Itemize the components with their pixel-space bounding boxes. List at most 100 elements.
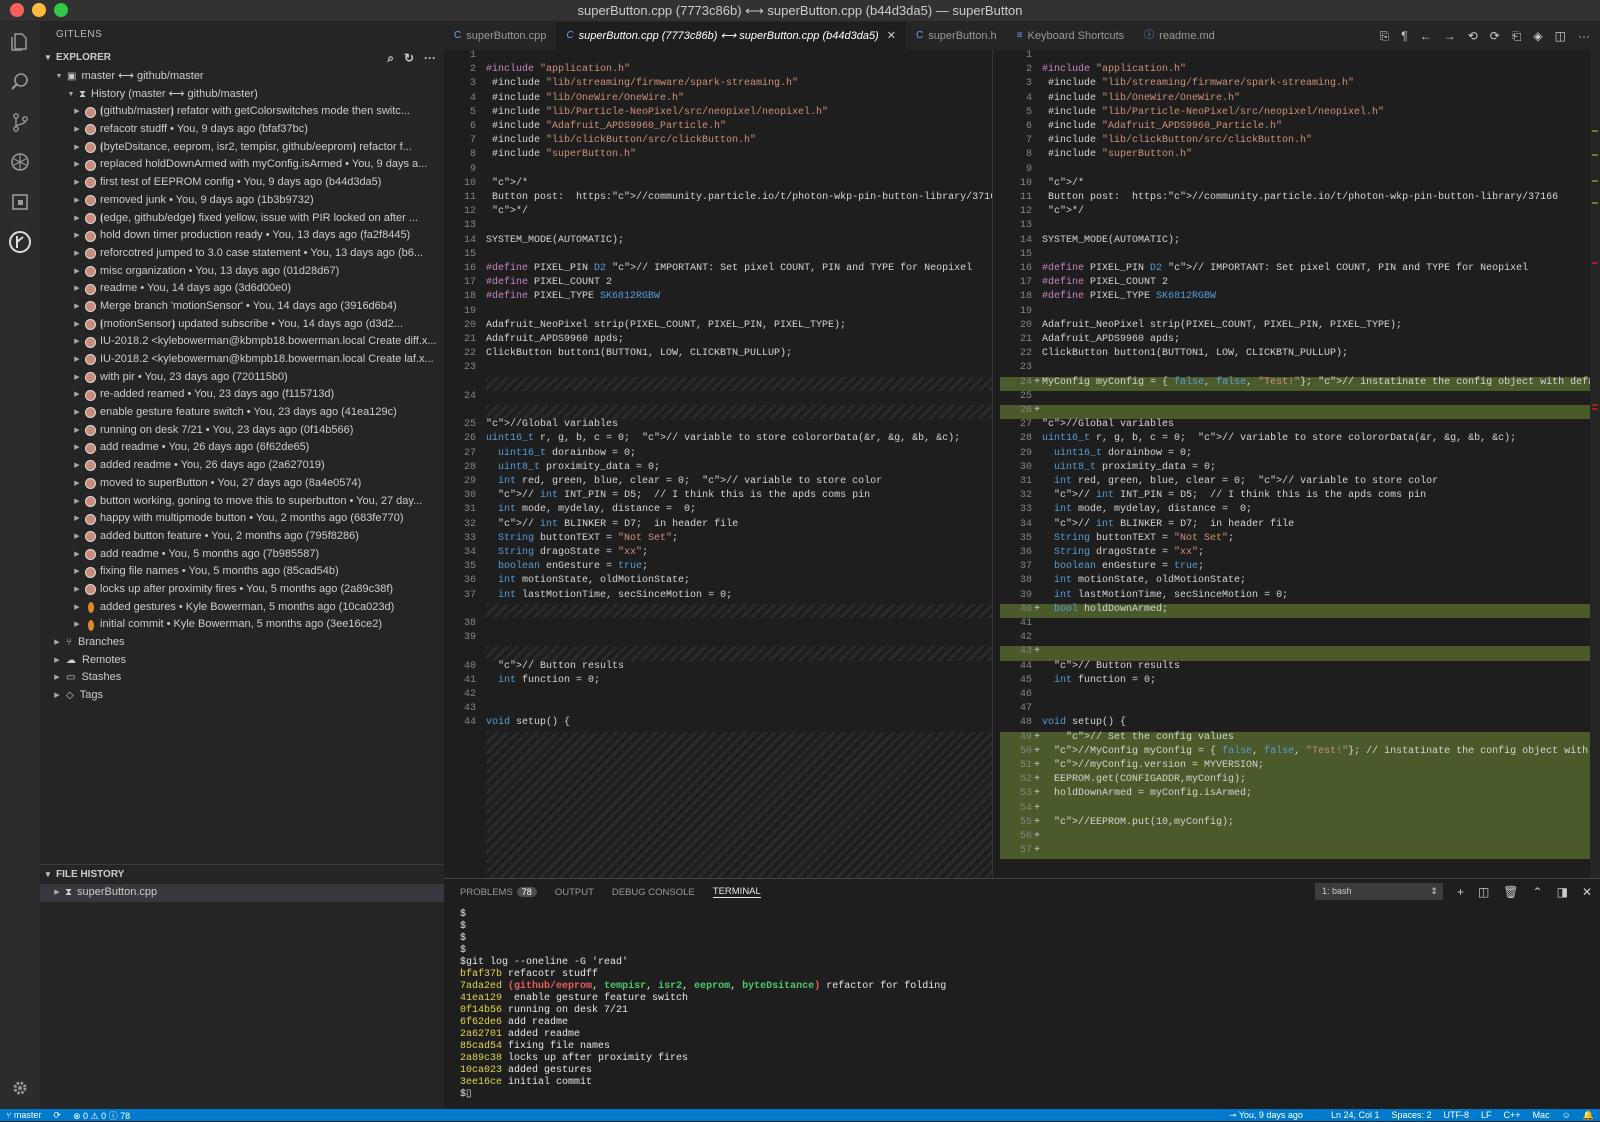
gitlens-icon[interactable] xyxy=(6,228,34,256)
chevron-right-icon: ▶ xyxy=(74,550,80,558)
language-status[interactable]: C++ xyxy=(1504,1110,1521,1120)
tab-output[interactable]: OUTPUT xyxy=(555,887,594,898)
commit-item[interactable]: ▶ misc organization • You, 13 days ago (0… xyxy=(40,263,444,281)
file-history-header[interactable]: ▼ FILE HISTORY xyxy=(40,864,444,884)
tab-4[interactable]: ⓘ readme.md xyxy=(1134,22,1225,50)
explorer-section-header[interactable]: ▼ EXPLORER ⌕ ↻ ··· xyxy=(40,48,444,68)
close-panel-icon[interactable]: ✕ xyxy=(1582,885,1592,899)
maximize-window-button[interactable] xyxy=(54,3,68,17)
close-tab-icon[interactable]: ✕ xyxy=(887,22,896,50)
commit-label: initial commit • Kyle Bowerman, 5 months… xyxy=(100,618,383,631)
commit-item[interactable]: ▶ enable gesture feature switch • You, 23… xyxy=(40,404,444,422)
diff-modified-pane[interactable]: 1 2 #include "application.h" 3 #include "li… xyxy=(1000,50,1600,878)
terminal-output[interactable]: $ $ $ $ $git log --oneline -G 'read' bfaf37b … xyxy=(460,909,946,1101)
commit-item[interactable]: ▶ readme • You, 14 days ago (3d6d00e0) xyxy=(40,280,444,298)
encoding-status[interactable]: UTF-8 xyxy=(1444,1110,1470,1120)
eol-status[interactable]: LF xyxy=(1481,1110,1492,1120)
commit-item[interactable]: ▶ added readme • You, 26 days ago (2a6270… xyxy=(40,457,444,475)
tab-debug-console[interactable]: DEBUG CONSOLE xyxy=(612,887,695,898)
commit-item[interactable]: ▶ ⦗byteDsitance, eeprom, isr2, tempisr, g… xyxy=(40,139,444,157)
history-row[interactable]: ▼ ⧗ History (master ⟷ github/master) xyxy=(40,86,444,104)
commit-item[interactable]: ▶ moved to superButton • You, 27 days ago… xyxy=(40,475,444,493)
commit-item[interactable]: ▶ running on desk 7/21 • You, 23 days ago… xyxy=(40,422,444,440)
more-actions-icon[interactable]: ··· xyxy=(1578,29,1590,44)
sync-icon[interactable]: ⟳ xyxy=(53,1110,61,1121)
commit-item[interactable]: ▶ removed junk • You, 9 days ago (1b3b973… xyxy=(40,192,444,210)
whitespace-icon[interactable]: ¶ xyxy=(1401,29,1407,44)
tab-1[interactable]: CsuperButton.cpp (7773c86b) ⟷ superButto… xyxy=(556,22,906,50)
cursor-position[interactable]: Ln 24, Col 1 xyxy=(1331,1110,1380,1120)
search-icon[interactable] xyxy=(6,68,34,96)
commit-item[interactable]: ▶ IU-2018.2 <kylebowerman@kbmpb18.bowerma… xyxy=(40,351,444,369)
indentation-status[interactable]: Spaces: 2 xyxy=(1392,1110,1432,1120)
tree-group-branches[interactable]: ▶ ⑂ Branches xyxy=(40,634,444,652)
commit-item[interactable]: ▶ added button feature • You, 2 months ag… xyxy=(40,528,444,546)
source-control-icon[interactable] xyxy=(6,108,34,136)
gitlens-compare-icon[interactable]: ◈ xyxy=(1533,29,1542,44)
maximize-panel-icon[interactable]: ⌃ xyxy=(1533,885,1543,899)
diff-original-pane[interactable]: 1 2 #include "application.h" 3 #include "li… xyxy=(444,50,992,878)
commit-item[interactable]: ▶ re-added reamed • You, 23 days ago (f11… xyxy=(40,386,444,404)
compare-next-icon[interactable]: ⟳ xyxy=(1490,29,1500,44)
trash-icon[interactable]: 🗑 xyxy=(1503,885,1518,899)
split-editor-icon[interactable]: ◫ xyxy=(1555,29,1566,44)
tab-2[interactable]: CsuperButton.h xyxy=(906,22,1007,50)
commit-item[interactable]: ▶ Merge branch 'motionSensor' • You, 14 d… xyxy=(40,298,444,316)
commit-item[interactable]: ▶ replaced holdDownArmed with myConfig.is… xyxy=(40,156,444,174)
split-terminal-icon[interactable]: ◫ xyxy=(1478,885,1489,899)
commit-item[interactable]: ▶ hold down timer production ready • You,… xyxy=(40,227,444,245)
commit-item[interactable]: ▶ locks up after proximity fires • You, 5… xyxy=(40,581,444,599)
settings-gear-icon[interactable] xyxy=(6,1074,34,1102)
commit-item[interactable]: ▶ add readme • You, 5 months ago (7b98558… xyxy=(40,546,444,564)
platform-status[interactable]: Mac xyxy=(1533,1110,1550,1120)
commit-item[interactable]: ▶ first test of EEPROM config • You, 9 da… xyxy=(40,174,444,192)
search-icon[interactable]: ⌕ xyxy=(387,48,394,68)
tree-group-remotes[interactable]: ▶ ☁ Remotes xyxy=(40,652,444,670)
tree-group-tags[interactable]: ▶ ◇ Tags xyxy=(40,687,444,705)
commit-item[interactable]: ▶ with pir • You, 23 days ago (720115b0) xyxy=(40,369,444,387)
debug-icon[interactable] xyxy=(6,148,34,176)
toggle-panel-icon[interactable]: ◨ xyxy=(1557,885,1568,899)
open-changes-icon[interactable]: ⎗ xyxy=(1512,29,1522,44)
compare-previous-icon[interactable]: ⟲ xyxy=(1468,29,1478,44)
terminal-select[interactable]: 1: bash xyxy=(1314,883,1443,900)
problems-status[interactable]: ⊗ 0 ⚠ 0 ⓘ 78 xyxy=(73,1109,130,1122)
minimize-window-button[interactable] xyxy=(32,3,46,17)
tab-terminal[interactable]: TERMINAL xyxy=(712,886,761,898)
tab-3[interactable]: ≡ Keyboard Shortcuts xyxy=(1007,22,1134,50)
add-terminal-icon[interactable]: + xyxy=(1457,885,1464,899)
commit-item[interactable]: ▶ fixing file names • You, 5 months ago (… xyxy=(40,563,444,581)
commit-item[interactable]: ▶ initial commit • Kyle Bowerman, 5 month… xyxy=(40,616,444,634)
notifications-icon[interactable]: 🔔 xyxy=(1583,1110,1594,1121)
refresh-icon[interactable]: ↻ xyxy=(404,48,414,68)
commit-item[interactable]: ▶ refacotr studff • You, 9 days ago (bfaf… xyxy=(40,121,444,139)
commit-item[interactable]: ▶ button working, goning to move this to … xyxy=(40,493,444,511)
code-line: "c">// Button results xyxy=(1054,660,1181,672)
commit-item[interactable]: ▶ reforcotred jumped to 3.0 case statemen… xyxy=(40,245,444,263)
code-line: "c">//Global variables xyxy=(1042,419,1175,431)
extensions-icon[interactable] xyxy=(6,188,34,216)
files-icon[interactable] xyxy=(6,28,34,56)
commit-item[interactable]: ▶ ⦗github/master⦘ refator with getColorsw… xyxy=(40,103,444,121)
commit-item[interactable]: ▶ IU-2018.2 <kylebowerman@kbmpb18.bowerma… xyxy=(40,333,444,351)
commit-item[interactable]: ▶ add readme • You, 26 days ago (6f62de65… xyxy=(40,439,444,457)
file-history-item[interactable]: ▶ ⧗ superButton.cpp xyxy=(40,884,444,902)
feedback-icon[interactable]: ☺ xyxy=(1562,1110,1571,1120)
commit-item[interactable]: ▶ happy with multipmode button • You, 2 m… xyxy=(40,510,444,528)
blame-status[interactable]: ⊸ You, 9 days ago xyxy=(1229,1110,1303,1121)
commit-item[interactable]: ▶ ⦗edge, github/edge⦘ fixed yellow, issue… xyxy=(40,210,444,228)
more-actions-icon[interactable]: ··· xyxy=(424,48,436,68)
commit-item[interactable]: ▶ ⦗motionSensor⦘ updated subscribe • You,… xyxy=(40,316,444,334)
tree-group-stashes[interactable]: ▶ ▭ Stashes xyxy=(40,669,444,687)
commit-item[interactable]: ▶ added gestures • Kyle Bowerman, 5 month… xyxy=(40,599,444,617)
tab-0[interactable]: CsuperButton.cpp xyxy=(444,22,556,50)
branch-status[interactable]: ⑂ master xyxy=(6,1110,41,1120)
overview-ruler[interactable] xyxy=(1590,50,1600,878)
code-line: bool holdDownArmed; xyxy=(1054,603,1169,615)
branch-row[interactable]: ▼ ▣ master ⟷ github/master xyxy=(40,68,444,86)
open-file-icon[interactable]: ⎘ xyxy=(1380,29,1390,44)
tab-problems[interactable]: PROBLEMS 78 xyxy=(460,886,537,898)
previous-change-icon[interactable]: ← xyxy=(1420,29,1432,44)
next-change-icon[interactable]: → xyxy=(1444,29,1456,44)
close-window-button[interactable] xyxy=(10,3,24,17)
